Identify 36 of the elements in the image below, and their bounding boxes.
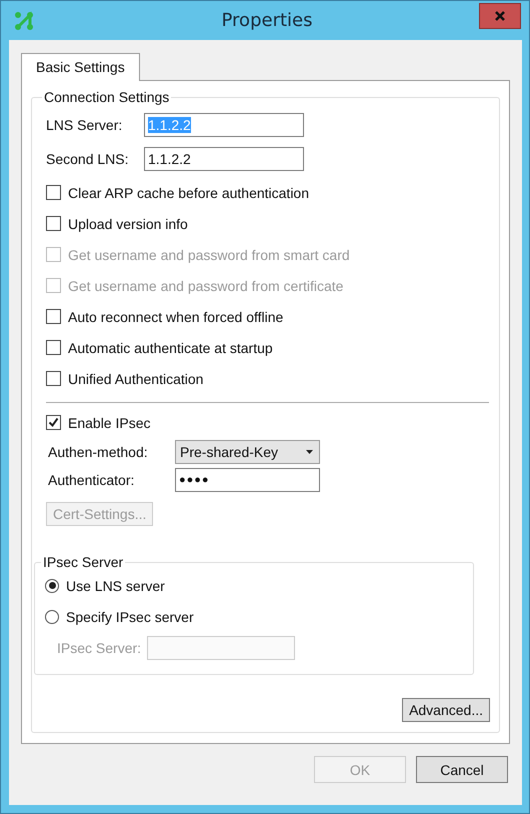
checkbox-label: Unified Authentication: [68, 370, 204, 386]
method-dropdown[interactable]: Pre-shared-Key: [175, 440, 320, 464]
close-icon: [494, 10, 506, 22]
window-title: Properties: [220, 10, 314, 31]
field-label: LNS Server:: [46, 117, 124, 133]
field-label: Second LNS:: [46, 151, 130, 167]
radio-button[interactable]: [45, 578, 59, 592]
checkbox-label: Automatic authenticate at startup: [68, 340, 273, 356]
field-label: Authenticator:: [48, 472, 136, 488]
close-button[interactable]: [479, 3, 521, 29]
advanced-button[interactable]: Advanced...: [402, 698, 490, 722]
tab[interactable]: Basic Settings: [21, 53, 140, 81]
radio-label: Use LNS server: [66, 578, 165, 594]
checkbox[interactable]: [46, 340, 61, 355]
checkbox-label: Upload version info: [68, 216, 188, 232]
checkbox[interactable]: [46, 371, 61, 386]
checkbox-label: Enable IPsec: [68, 414, 150, 430]
password-field[interactable]: ●●●●: [175, 468, 320, 492]
checkbox[interactable]: [46, 415, 61, 430]
field-label: Authen-method:: [48, 444, 149, 460]
dropdown-caret-icon: [306, 450, 313, 454]
checkbox-label: Auto reconnect when forced offline: [68, 308, 284, 324]
checkbox-label: Get username and password from smart card: [68, 246, 350, 262]
app-icon: [13, 10, 35, 32]
checkbox-label: Get username and password from certificate: [68, 278, 344, 294]
field-label: IPsec Server:: [57, 640, 142, 656]
radio-label: Specify IPsec server: [66, 608, 194, 624]
radio-button[interactable]: [45, 610, 59, 624]
checkbox[interactable]: [46, 309, 61, 324]
checkbox[interactable]: [46, 216, 61, 231]
checkbox-label: Clear ARP cache before authentication: [68, 184, 310, 200]
group-title: IPsec Server: [42, 554, 124, 570]
checkbox[interactable]: [46, 185, 61, 200]
group-title: Connection Settings: [43, 89, 170, 105]
input-field[interactable]: 1.1.2.2: [144, 147, 304, 171]
dialog-button[interactable]: Cancel: [416, 756, 508, 783]
